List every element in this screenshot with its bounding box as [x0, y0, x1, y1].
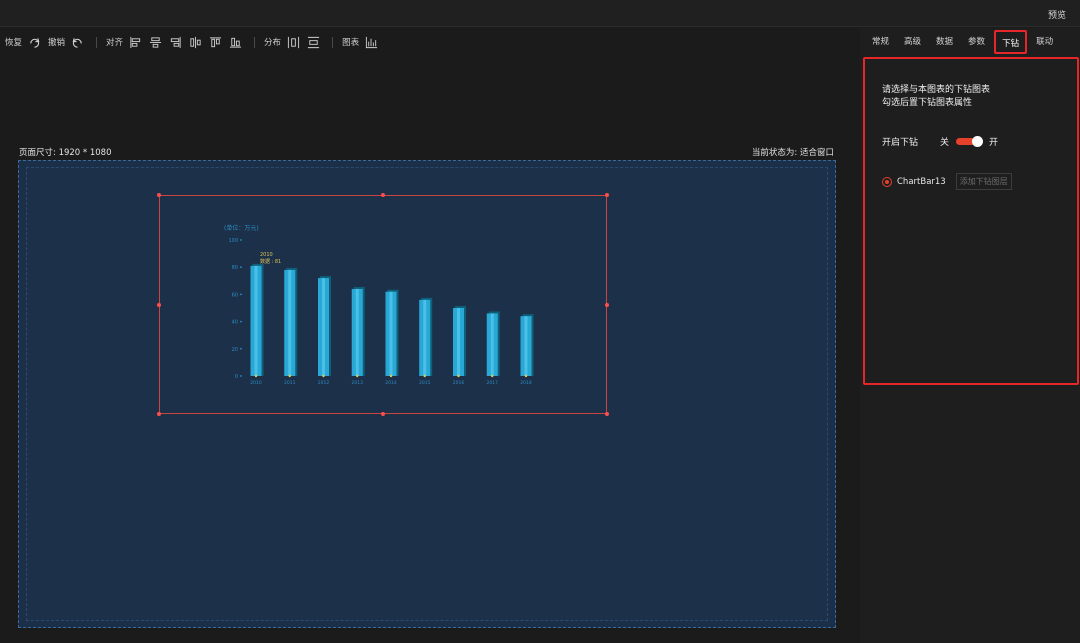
bar-highlight — [389, 291, 393, 376]
align-center-h-icon[interactable] — [149, 36, 162, 49]
bar-base-dot — [524, 374, 528, 378]
bar-highlight — [355, 288, 359, 376]
y-tick-label: 20 — [232, 347, 238, 353]
tab-general[interactable]: 常规 — [866, 30, 895, 54]
resize-handle-bottom-right[interactable] — [605, 412, 609, 416]
resize-handle-bottom-left[interactable] — [157, 412, 161, 416]
y-tick-mark — [240, 347, 242, 350]
y-tick-mark — [240, 239, 242, 241]
drilldown-chart-option: ChartBar13 添加下钻图层 — [882, 173, 1012, 190]
tooltip-value: 数据 : 81 — [260, 258, 281, 265]
bar-highlight — [423, 299, 427, 376]
bar-highlight — [254, 265, 258, 376]
bar-base-dot — [423, 374, 426, 378]
toggle-on-label: 开 — [989, 138, 999, 148]
undo-icon[interactable] — [71, 36, 84, 49]
align-label: 对齐 — [106, 38, 124, 48]
bar-base-dot — [389, 374, 393, 378]
tab-advanced[interactable]: 高级 — [898, 30, 927, 54]
x-tick-label: 2013 — [352, 380, 364, 386]
y-tick-label: 100 — [228, 238, 238, 244]
toolbar-divider — [96, 36, 98, 48]
canvas-state-label: 当前状态为: 适合窗口 — [751, 148, 834, 158]
switch-knob — [972, 136, 984, 147]
tab-data[interactable]: 数据 — [930, 30, 959, 54]
x-tick-label: 2016 — [453, 380, 465, 386]
undo-button[interactable]: 撤销 — [48, 36, 65, 48]
bar-chart: (单位：万元) 0 20 40 60 80 100 2010 2011 2012 2013 2014 2… — [224, 224, 534, 386]
resize-handle-right[interactable] — [605, 303, 609, 307]
y-tick-mark — [240, 375, 242, 377]
page-size-label: 页面尺寸: 1920 * 1080 — [19, 148, 112, 158]
bar-base-dot — [322, 374, 325, 378]
drilldown-desc-line-1: 请选择与本图表的下钻图表 — [882, 85, 991, 95]
bar-highlight — [288, 269, 292, 376]
tab-params[interactable]: 参数 — [962, 30, 991, 54]
x-tick-label: 2015 — [419, 380, 431, 386]
distribute-label: 分布 — [264, 38, 282, 48]
tab-linkage[interactable]: 联动 — [1030, 30, 1059, 54]
align-middle-v-icon[interactable] — [189, 36, 202, 49]
toggle-off-label: 关 — [940, 138, 950, 148]
resize-handle-top-left[interactable] — [157, 193, 161, 197]
add-drilldown-layer-button[interactable]: 添加下钻图层 — [955, 173, 1012, 190]
align-bottom-icon[interactable] — [229, 36, 242, 49]
drilldown-settings: 请选择与本图表的下钻图表 勾选后置下钻图表属性 开启下钻 关 开 ChartBa… — [863, 57, 1079, 385]
x-tick-label: 2018 — [520, 380, 532, 386]
redo-button[interactable]: 恢复 — [5, 36, 22, 48]
bar-base-dot — [254, 374, 258, 378]
align-right-icon[interactable] — [169, 36, 182, 49]
resize-handle-top[interactable] — [381, 193, 385, 197]
bar-base-dot — [356, 374, 359, 378]
selected-chart-frame[interactable]: (单位：万元) 0 20 40 60 80 100 2010 2011 2012 2013 2014 2… — [157, 193, 609, 416]
chart-radio[interactable] — [882, 176, 892, 187]
x-tick-label: 2014 — [385, 380, 397, 386]
y-tick-label: 80 — [232, 265, 238, 271]
x-tick-label: 2012 — [318, 380, 330, 386]
top-bar: 预览 — [0, 0, 1080, 27]
toolbar-divider — [254, 36, 256, 48]
panel-tabs: 常规 高级 数据 参数 下钻 联动 — [860, 28, 1080, 55]
x-tick-label: 2017 — [487, 380, 499, 386]
y-tick-label: 60 — [232, 292, 238, 298]
bar-base-dot — [491, 374, 494, 378]
tab-drilldown[interactable]: 下钻 — [994, 29, 1028, 54]
resize-handle-top-right[interactable] — [605, 193, 609, 197]
distribute-v-icon[interactable] — [307, 36, 320, 49]
chart-label: 图表 — [342, 38, 360, 48]
bar-base-dot — [457, 374, 460, 378]
drilldown-switch[interactable] — [956, 136, 984, 147]
bar-highlight — [457, 308, 460, 376]
toolbar-divider — [332, 36, 334, 48]
bar-base-dot — [288, 374, 291, 378]
align-left-icon[interactable] — [129, 36, 142, 49]
y-tick-mark — [240, 266, 242, 269]
bar-highlight — [524, 316, 528, 376]
resize-handle-left[interactable] — [157, 303, 161, 307]
align-top-icon[interactable] — [209, 36, 222, 49]
y-tick-label: 40 — [232, 320, 238, 326]
properties-panel: 常规 高级 数据 参数 下钻 联动 请选择与本图表的下钻图表 勾选后置下钻图表属… — [860, 28, 1080, 643]
y-tick-mark — [240, 293, 242, 296]
y-tick-mark — [240, 320, 242, 323]
preview-button[interactable]: 预览 — [1048, 8, 1066, 21]
bar-highlight — [322, 278, 325, 376]
redo-icon[interactable] — [28, 36, 41, 49]
chart-icon[interactable] — [365, 36, 378, 49]
bar-highlight — [490, 313, 494, 376]
chart-option-label[interactable]: ChartBar13 — [897, 177, 946, 187]
distribute-h-icon[interactable] — [287, 36, 300, 49]
tooltip-title: 2010 — [260, 252, 273, 258]
y-tick-label: 0 — [235, 374, 238, 380]
drilldown-toggle-row: 开启下钻 关 开 — [882, 135, 998, 148]
drilldown-desc-line-2: 勾选后置下钻图表属性 — [882, 98, 973, 108]
drilldown-description: 请选择与本图表的下钻图表 勾选后置下钻图表属性 — [882, 84, 990, 110]
drilldown-toggle-label: 开启下钻 — [882, 138, 919, 148]
x-tick-label: 2011 — [284, 380, 296, 386]
chart-unit-label: (单位：万元) — [224, 224, 259, 232]
x-tick-label: 2010 — [250, 380, 262, 386]
resize-handle-bottom[interactable] — [381, 412, 385, 416]
editor-toolbar: 恢复 撤销 对齐 分布 图表 — [0, 28, 860, 56]
